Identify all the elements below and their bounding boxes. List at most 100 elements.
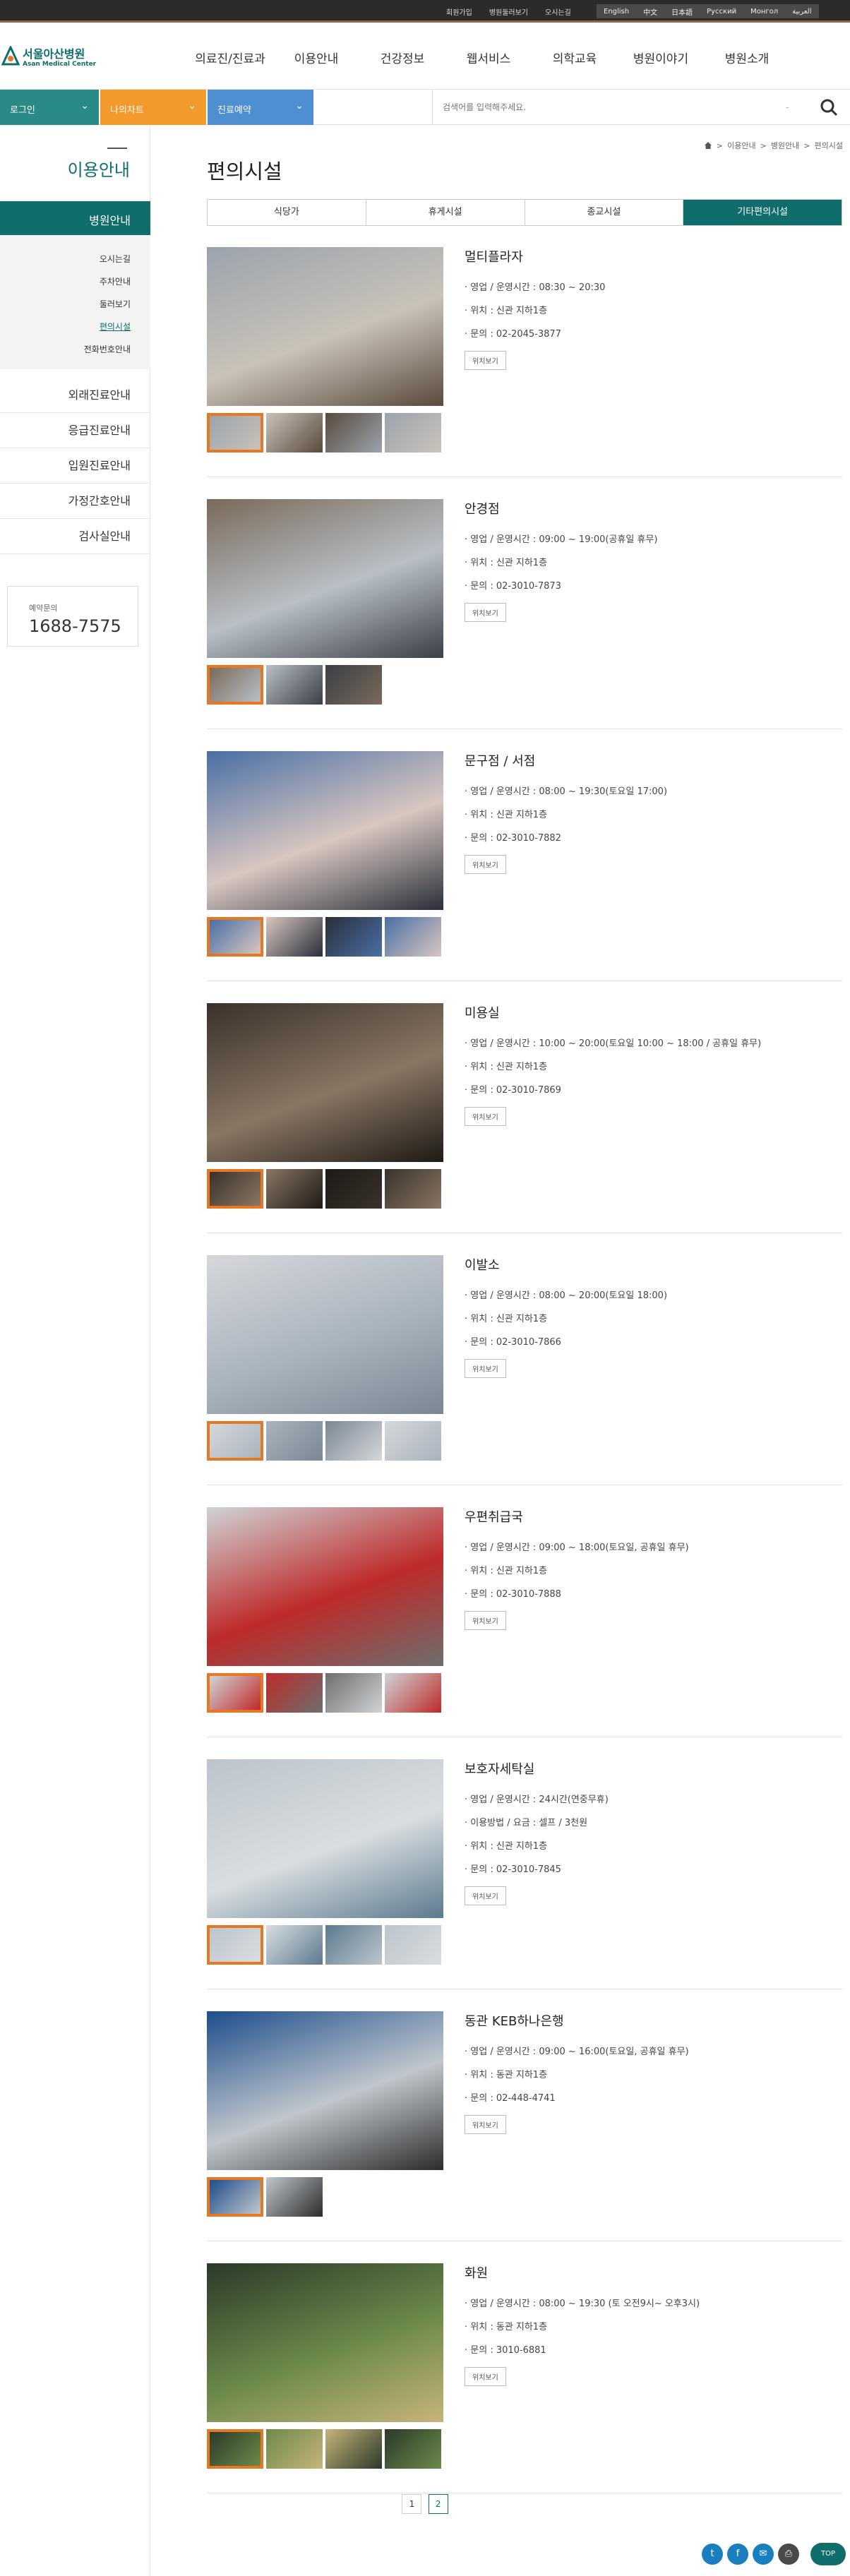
hospital-tour-link[interactable]: 병원둘러보기 xyxy=(489,6,528,17)
facility-thumbnail[interactable] xyxy=(325,1925,382,1965)
facility-thumbnail[interactable] xyxy=(207,665,263,705)
facility-thumbnail[interactable] xyxy=(325,413,382,453)
signup-link[interactable]: 회원가입 xyxy=(446,6,472,17)
facility-thumbnail[interactable] xyxy=(266,2429,323,2469)
facility-thumbnail[interactable] xyxy=(325,2429,382,2469)
mychart-button[interactable]: 나의차트 ⌄ xyxy=(100,90,206,125)
facility-thumbnails xyxy=(207,2429,444,2469)
view-location-button[interactable]: 위치보기 xyxy=(465,2115,506,2134)
facility-thumbnail[interactable] xyxy=(207,2429,263,2469)
view-location-button[interactable]: 위치보기 xyxy=(465,2367,506,2386)
search-icon[interactable] xyxy=(818,97,839,118)
facility-thumbnail[interactable] xyxy=(385,1169,441,1209)
hospital-logo[interactable]: 서울아산병원 Asan Medical Center xyxy=(1,43,100,74)
facility-thumbnails xyxy=(207,2177,325,2217)
amenity-tabs: 식당가 휴게시설 종교시설 기타편의시설 xyxy=(207,199,842,226)
facility-thumbnail[interactable] xyxy=(385,917,441,957)
menu-about[interactable]: 병원소개 xyxy=(704,49,790,66)
menu-guide[interactable]: 이용안내 xyxy=(273,49,359,66)
facility-thumbnail[interactable] xyxy=(207,2177,263,2217)
lang-english[interactable]: English xyxy=(597,8,636,16)
lang-mongolian[interactable]: Монгол xyxy=(743,8,785,16)
facility-thumbnail[interactable] xyxy=(266,1673,323,1713)
home-icon[interactable] xyxy=(704,141,712,150)
facility-detail-line: · 이용방법 / 요금 : 셀프 / 3천원 xyxy=(465,1818,588,1828)
facility-thumbnail[interactable] xyxy=(207,413,263,453)
login-label: 로그인 xyxy=(10,105,35,116)
lang-chinese[interactable]: 中文 xyxy=(636,6,664,17)
facility-thumbnail[interactable] xyxy=(266,917,323,957)
breadcrumb-item[interactable]: 병원안내 xyxy=(771,140,799,151)
facility-thumbnail[interactable] xyxy=(325,1421,382,1461)
twitter-icon[interactable]: t xyxy=(702,2544,723,2565)
menu-web-service[interactable]: 웹서비스 xyxy=(445,49,532,66)
breadcrumb-item[interactable]: 편의시설 xyxy=(815,140,843,151)
search-scope-select[interactable]: - xyxy=(786,102,789,112)
view-location-button[interactable]: 위치보기 xyxy=(465,351,506,370)
facility-thumbnail[interactable] xyxy=(325,665,382,705)
facility-thumbnail[interactable] xyxy=(207,1169,263,1209)
sidebar-item-outpatient[interactable]: 외래진료안내 xyxy=(0,378,150,413)
menu-stories[interactable]: 병원이야기 xyxy=(618,49,704,66)
facility-thumbnail[interactable] xyxy=(266,1925,323,1965)
sidebar-item-home-nursing[interactable]: 가정간호안내 xyxy=(0,484,150,519)
facility-thumbnail[interactable] xyxy=(207,917,263,957)
tab-restaurants[interactable]: 식당가 xyxy=(208,200,366,225)
page-2[interactable]: 2 xyxy=(428,2494,448,2514)
view-location-button[interactable]: 위치보기 xyxy=(465,603,506,622)
facility-thumbnail[interactable] xyxy=(385,2429,441,2469)
sidebar-item-tour[interactable]: 둘러보기 xyxy=(0,293,150,316)
facility-thumbnail[interactable] xyxy=(207,1673,263,1713)
lang-arabic[interactable]: العربية xyxy=(785,8,818,16)
language-selector: English 中文 日本語 Pусский Монгол العربية xyxy=(597,4,819,18)
view-location-button[interactable]: 위치보기 xyxy=(465,1886,506,1905)
facility-thumbnail[interactable] xyxy=(266,1169,323,1209)
facility-thumbnail[interactable] xyxy=(266,2177,323,2217)
view-location-button[interactable]: 위치보기 xyxy=(465,1107,506,1126)
tab-religious[interactable]: 종교시설 xyxy=(525,200,684,225)
tab-other-amenities[interactable]: 기타편의시설 xyxy=(683,200,842,225)
tab-lounges[interactable]: 휴게시설 xyxy=(366,200,525,225)
mail-icon[interactable]: ✉ xyxy=(753,2544,774,2565)
pagination: 1 2 xyxy=(0,2494,850,2514)
facility-thumbnail[interactable] xyxy=(385,1673,441,1713)
facility-thumbnail[interactable] xyxy=(325,917,382,957)
view-location-button[interactable]: 위치보기 xyxy=(465,1359,506,1378)
facility-thumbnail[interactable] xyxy=(325,1673,382,1713)
directions-link[interactable]: 오시는길 xyxy=(545,6,571,17)
breadcrumb-item[interactable]: 이용안내 xyxy=(727,140,755,151)
sidebar-item-phone[interactable]: 전화번호안내 xyxy=(0,338,150,361)
sidebar-item-lab[interactable]: 검사실안내 xyxy=(0,519,150,554)
reservation-button[interactable]: 진료예약 ⌄ xyxy=(208,90,313,125)
facility-info: 보호자세탁실 · 영업 / 운영시간 : 24시간(연중무휴) · 이용방법 / … xyxy=(465,1759,839,1905)
facility-thumbnail[interactable] xyxy=(266,1421,323,1461)
search-input[interactable] xyxy=(433,90,800,125)
print-icon[interactable]: ⎙ xyxy=(778,2544,799,2565)
facility-thumbnail[interactable] xyxy=(266,413,323,453)
facebook-icon[interactable]: f xyxy=(727,2544,748,2565)
view-location-button[interactable]: 위치보기 xyxy=(465,1611,506,1630)
facility-thumbnail[interactable] xyxy=(207,1421,263,1461)
sidebar-item-amenities[interactable]: 편의시설 xyxy=(0,316,150,338)
facility-thumbnail[interactable] xyxy=(325,1169,382,1209)
menu-health-info[interactable]: 건강정보 xyxy=(359,49,445,66)
sidebar-category-active[interactable]: 병원안내 xyxy=(0,201,150,235)
back-to-top-button[interactable]: TOP xyxy=(810,2543,846,2565)
facility-thumbnail[interactable] xyxy=(385,413,441,453)
menu-education[interactable]: 의학교육 xyxy=(532,49,618,66)
facility-thumbnail[interactable] xyxy=(385,1421,441,1461)
facility-thumbnail[interactable] xyxy=(385,1925,441,1965)
sidebar-item-inpatient[interactable]: 입원진료안내 xyxy=(0,448,150,484)
sidebar-item-directions[interactable]: 오시는길 xyxy=(0,248,150,270)
sidebar-item-emergency[interactable]: 응급진료안내 xyxy=(0,413,150,448)
menu-doctors[interactable]: 의료진/진료과 xyxy=(187,49,273,66)
view-location-button[interactable]: 위치보기 xyxy=(465,855,506,874)
lang-russian[interactable]: Pусский xyxy=(700,8,743,16)
logo-mark-icon xyxy=(1,46,20,66)
login-button[interactable]: 로그인 ⌄ xyxy=(0,90,99,125)
sidebar-item-parking[interactable]: 주차안내 xyxy=(0,270,150,293)
page-1[interactable]: 1 xyxy=(402,2494,422,2514)
facility-thumbnail[interactable] xyxy=(266,665,323,705)
facility-thumbnail[interactable] xyxy=(207,1925,263,1965)
lang-japanese[interactable]: 日本語 xyxy=(664,6,700,17)
